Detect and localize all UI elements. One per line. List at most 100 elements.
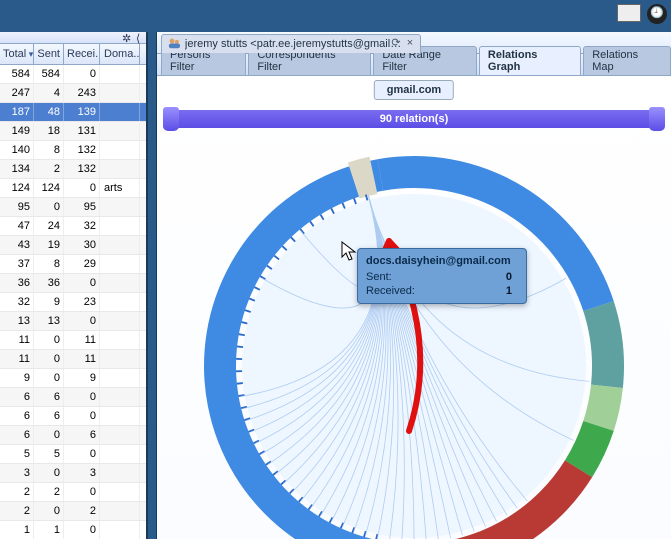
cell-doma — [100, 274, 140, 292]
cell-doma — [100, 350, 140, 368]
cell-doma — [100, 407, 140, 425]
col-header-received[interactable]: Recei... — [64, 44, 100, 64]
chord-diagram[interactable] — [184, 136, 644, 539]
cell-recv: 0 — [64, 407, 100, 425]
cell-total: 13 — [0, 312, 34, 330]
detail-panel: jeremy stutts <patr.ee.jeremystutts@gmai… — [156, 32, 671, 539]
table-row[interactable]: 11011 — [0, 331, 146, 350]
cell-recv: 0 — [64, 312, 100, 330]
cell-recv: 95 — [64, 198, 100, 216]
table-row[interactable]: 606 — [0, 426, 146, 445]
document-tab-label: jeremy stutts <patr.ee.jeremystutts@gmai… — [185, 38, 402, 50]
cell-total: 37 — [0, 255, 34, 273]
table-row[interactable]: 95095 — [0, 198, 146, 217]
table-row[interactable]: 110 — [0, 521, 146, 539]
cell-total: 134 — [0, 160, 34, 178]
relations-count-bar[interactable]: 90 relation(s) — [169, 110, 659, 128]
window-minimize-button[interactable] — [617, 4, 641, 22]
panel-header: ✲ ⟨ — [0, 32, 146, 44]
cell-sent: 5 — [34, 445, 64, 463]
col-header-sent[interactable]: Sent — [34, 44, 64, 64]
table-header-row: Total Sent Recei... Doma... — [0, 44, 146, 65]
cell-recv: 23 — [64, 293, 100, 311]
window-titlebar: 🕘 — [0, 0, 671, 32]
view-tab-relations-graph[interactable]: Relations Graph — [479, 46, 581, 75]
table-row[interactable]: 1241240arts — [0, 179, 146, 198]
cell-doma — [100, 160, 140, 178]
cell-sent: 19 — [34, 236, 64, 254]
cell-total: 43 — [0, 236, 34, 254]
cell-total: 124 — [0, 179, 34, 197]
table-row[interactable]: 202 — [0, 502, 146, 521]
table-row[interactable]: 36360 — [0, 274, 146, 293]
cell-recv: 6 — [64, 426, 100, 444]
table-row[interactable]: 2474243 — [0, 84, 146, 103]
cell-total: 9 — [0, 369, 34, 387]
cell-recv: 0 — [64, 483, 100, 501]
cell-total: 140 — [0, 141, 34, 159]
cell-sent: 8 — [34, 141, 64, 159]
table-row[interactable]: 37829 — [0, 255, 146, 274]
cell-recv: 0 — [64, 65, 100, 83]
cell-recv: 32 — [64, 217, 100, 235]
cell-doma — [100, 217, 140, 235]
cell-recv: 0 — [64, 274, 100, 292]
table-body[interactable]: 5845840247424318748139149181311408132134… — [0, 65, 146, 539]
panel-collapse-icon[interactable]: ⟨ — [136, 32, 144, 42]
people-icon — [168, 37, 181, 51]
cell-total: 2 — [0, 502, 34, 520]
tab-close-icon[interactable]: × — [404, 37, 416, 49]
table-row[interactable]: 303 — [0, 464, 146, 483]
panel-settings-icon[interactable]: ✲ — [122, 32, 132, 42]
cell-recv: 0 — [64, 179, 100, 197]
table-row[interactable]: 909 — [0, 369, 146, 388]
view-tab-relations-map[interactable]: Relations Map — [583, 46, 671, 75]
cell-recv: 9 — [64, 369, 100, 387]
cell-doma — [100, 445, 140, 463]
cell-sent: 13 — [34, 312, 64, 330]
cell-sent: 18 — [34, 122, 64, 140]
table-row[interactable]: 1342132 — [0, 160, 146, 179]
table-row[interactable]: 660 — [0, 407, 146, 426]
cell-recv: 30 — [64, 236, 100, 254]
table-row[interactable]: 14918131 — [0, 122, 146, 141]
table-row[interactable]: 13130 — [0, 312, 146, 331]
cell-sent: 0 — [34, 426, 64, 444]
cell-sent: 1 — [34, 521, 64, 539]
table-row[interactable]: 11011 — [0, 350, 146, 369]
table-row[interactable]: 5845840 — [0, 65, 146, 84]
table-row[interactable]: 431930 — [0, 236, 146, 255]
cell-doma — [100, 141, 140, 159]
cell-total: 149 — [0, 122, 34, 140]
cell-recv: 29 — [64, 255, 100, 273]
cell-total: 47 — [0, 217, 34, 235]
cell-total: 11 — [0, 331, 34, 349]
table-row[interactable]: 18748139 — [0, 103, 146, 122]
vertical-splitter[interactable] — [148, 32, 156, 539]
cell-recv: 243 — [64, 84, 100, 102]
table-row[interactable]: 472432 — [0, 217, 146, 236]
col-header-domain[interactable]: Doma... — [100, 44, 140, 64]
ring-segment[interactable] — [583, 301, 624, 388]
cell-recv: 2 — [64, 502, 100, 520]
domain-chip[interactable]: gmail.com — [374, 80, 454, 100]
cell-recv: 0 — [64, 521, 100, 539]
table-row[interactable]: 1408132 — [0, 141, 146, 160]
table-row[interactable]: 220 — [0, 483, 146, 502]
relations-graph-area[interactable]: gmail.com 90 relation(s) docs.daisyhein@… — [157, 76, 671, 539]
cell-doma — [100, 502, 140, 520]
table-row[interactable]: 32923 — [0, 293, 146, 312]
cell-doma — [100, 293, 140, 311]
cell-recv: 0 — [64, 445, 100, 463]
tooltip-email: docs.daisyhein@gmail.com — [366, 255, 518, 267]
document-tab[interactable]: jeremy stutts <patr.ee.jeremystutts@gmai… — [161, 34, 421, 53]
cell-sent: 6 — [34, 388, 64, 406]
col-header-total[interactable]: Total — [0, 44, 34, 64]
cell-recv: 3 — [64, 464, 100, 482]
table-row[interactable]: 660 — [0, 388, 146, 407]
cell-doma — [100, 426, 140, 444]
cell-sent: 4 — [34, 84, 64, 102]
cell-sent: 584 — [34, 65, 64, 83]
tab-refresh-icon[interactable]: ⟳ — [390, 37, 402, 49]
table-row[interactable]: 550 — [0, 445, 146, 464]
